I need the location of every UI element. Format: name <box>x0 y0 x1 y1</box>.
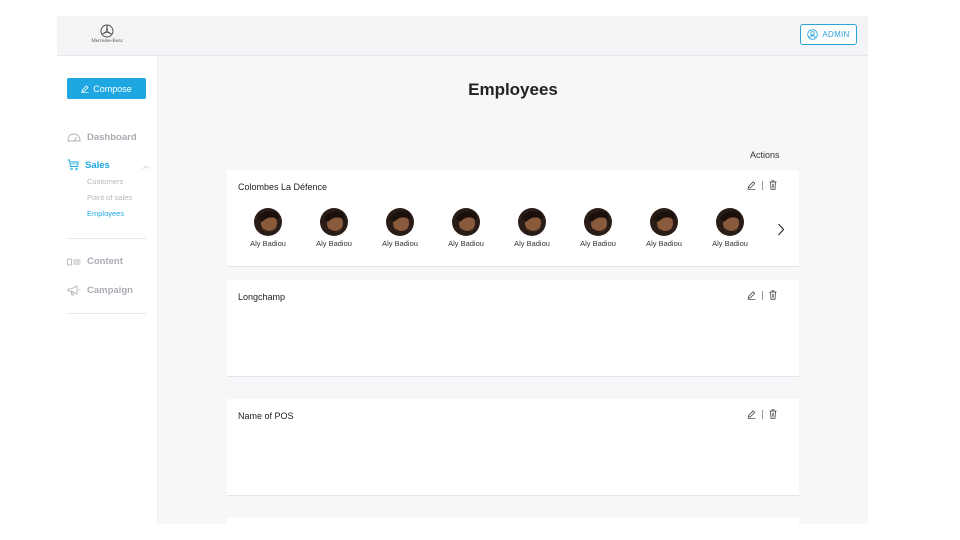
pos-name: Name of POS <box>238 411 294 421</box>
sidebar-item-label: Content <box>87 256 123 267</box>
actions-separator <box>762 290 763 300</box>
user-circle-icon <box>807 29 819 40</box>
sidebar-item-campaign[interactable]: Campaign <box>67 285 133 296</box>
avatar <box>452 208 480 236</box>
chevron-up-icon[interactable]: ︿ <box>142 160 150 171</box>
app-window: Mercedes-Benz ADMIN Compose Dashboard Sa… <box>57 16 868 524</box>
employee-item[interactable]: Aly Badiou <box>235 208 301 248</box>
pencil-icon <box>81 84 89 93</box>
avatar <box>518 208 546 236</box>
edit-button[interactable] <box>747 290 756 300</box>
sidebar-divider <box>67 238 146 239</box>
avatar <box>320 208 348 236</box>
actions-column-header: Actions <box>750 150 780 160</box>
delete-button[interactable] <box>769 290 777 300</box>
admin-label: ADMIN <box>822 30 850 39</box>
employee-name: Aly Badiou <box>250 239 286 248</box>
avatar <box>254 208 282 236</box>
page-title: Employees <box>468 80 558 99</box>
employee-item[interactable]: Aly Badiou <box>499 208 565 248</box>
next-employees-button[interactable] <box>777 223 785 241</box>
trash-icon <box>769 290 777 300</box>
sidebar-subitem-point-of-sales[interactable]: Point of sales <box>87 193 132 202</box>
edit-button[interactable] <box>747 409 756 419</box>
pos-card: Name of POS <box>227 399 799 496</box>
employee-name: Aly Badiou <box>580 239 616 248</box>
sidebar-item-label: Sales <box>85 159 110 171</box>
actions-separator <box>762 409 763 419</box>
dashboard-gauge-icon <box>67 133 81 142</box>
employee-item[interactable]: Aly Badiou <box>367 208 433 248</box>
pos-card: Longchamp <box>227 280 799 377</box>
sidebar-item-dashboard[interactable]: Dashboard <box>67 132 137 143</box>
delete-button[interactable] <box>769 180 777 190</box>
sidebar-divider <box>67 313 146 314</box>
pos-name: Longchamp <box>238 292 286 302</box>
card-actions <box>747 180 777 190</box>
pos-card: Colombes La Défence Aly Badiou Aly Badio… <box>227 170 799 267</box>
employee-name: Aly Badiou <box>646 239 682 248</box>
pencil-icon <box>747 180 756 190</box>
brand-logo-text: Mercedes-Benz <box>91 39 123 44</box>
employee-item[interactable]: Aly Badiou <box>631 208 697 248</box>
employee-name: Aly Badiou <box>382 239 418 248</box>
edit-button[interactable] <box>747 180 756 190</box>
admin-account-button[interactable]: ADMIN <box>800 24 857 45</box>
employee-name: Aly Badiou <box>712 239 748 248</box>
employee-name: Aly Badiou <box>316 239 352 248</box>
actions-separator <box>762 180 763 190</box>
content-list-icon <box>67 258 81 265</box>
delete-button[interactable] <box>769 409 777 419</box>
employee-item[interactable]: Aly Badiou <box>697 208 763 248</box>
compose-label: Compose <box>93 83 132 94</box>
avatar <box>386 208 414 236</box>
pos-card <box>227 518 799 524</box>
compose-button[interactable]: Compose <box>67 78 146 99</box>
mercedes-star-icon <box>100 24 114 38</box>
sidebar-item-content[interactable]: Content <box>67 256 123 267</box>
sidebar: Compose Dashboard Sales ︿ Customers Poin… <box>57 56 158 524</box>
avatar <box>650 208 678 236</box>
brand-logo[interactable]: Mercedes-Benz <box>83 24 131 44</box>
trash-icon <box>769 180 777 190</box>
employee-item[interactable]: Aly Badiou <box>433 208 499 248</box>
megaphone-icon <box>67 285 81 296</box>
card-actions <box>747 290 777 300</box>
sidebar-item-label: Dashboard <box>87 132 137 143</box>
employee-list: Aly Badiou Aly Badiou Aly Badiou Aly Bad… <box>235 208 763 248</box>
sidebar-item-sales[interactable]: Sales ︿ <box>67 159 150 171</box>
cart-icon <box>67 159 79 171</box>
avatar <box>584 208 612 236</box>
card-actions <box>747 409 777 419</box>
chevron-right-icon <box>778 223 785 236</box>
trash-icon <box>769 409 777 419</box>
avatar <box>716 208 744 236</box>
top-bar: Mercedes-Benz ADMIN <box>57 16 868 56</box>
sidebar-item-label: Campaign <box>87 285 133 296</box>
main-content: Employees Actions Colombes La Défence Al… <box>158 56 868 524</box>
employee-item[interactable]: Aly Badiou <box>565 208 631 248</box>
employee-name: Aly Badiou <box>514 239 550 248</box>
employee-item[interactable]: Aly Badiou <box>301 208 367 248</box>
sidebar-subitem-customers[interactable]: Customers <box>87 177 123 186</box>
sidebar-subitem-employees[interactable]: Employees <box>87 209 124 218</box>
pos-name: Colombes La Défence <box>238 182 328 192</box>
pencil-icon <box>747 409 756 419</box>
employee-name: Aly Badiou <box>448 239 484 248</box>
pencil-icon <box>747 290 756 300</box>
